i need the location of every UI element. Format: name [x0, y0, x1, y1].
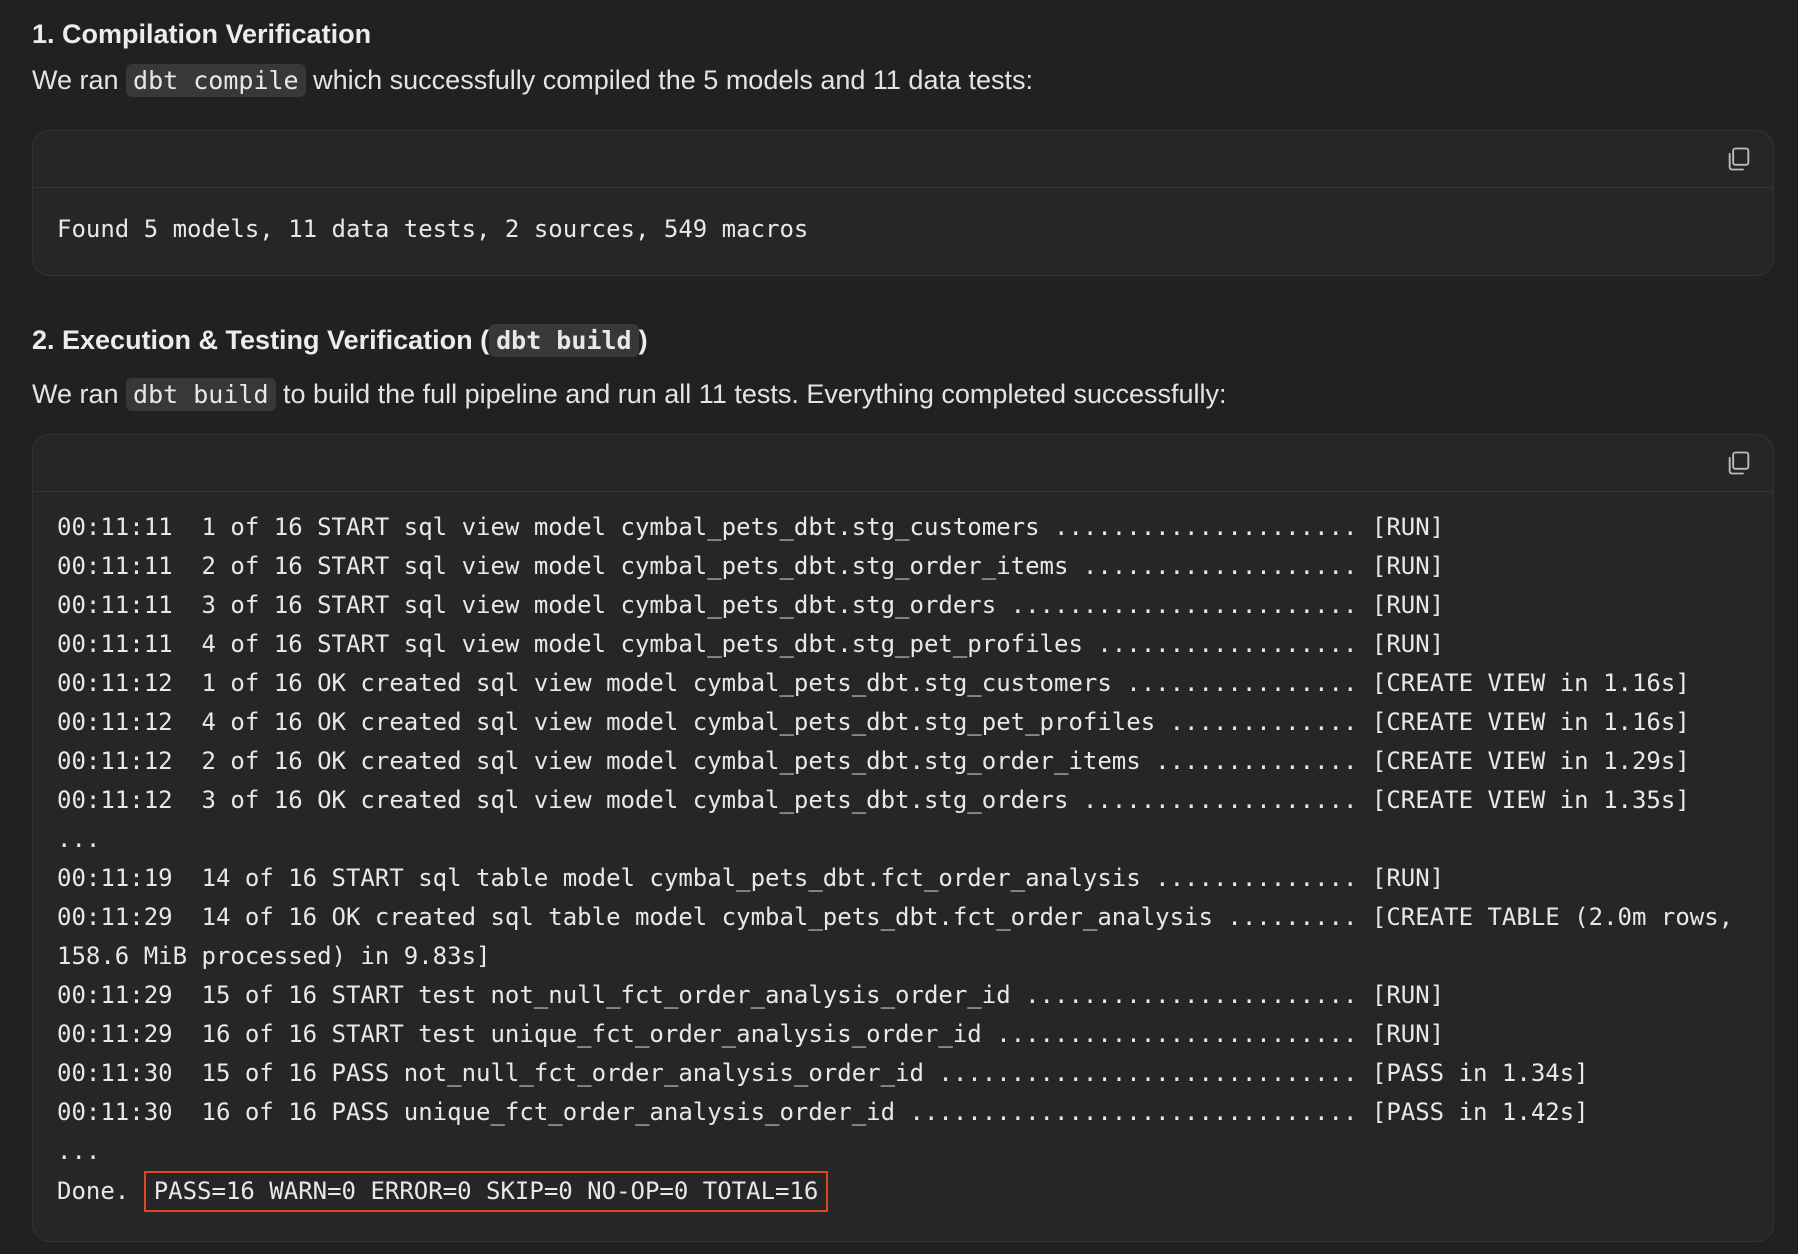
done-line: Done. PASS=16 WARN=0 ERROR=0 SKIP=0 NO-O… [57, 1171, 1749, 1212]
inline-code-dbt-build: dbt build [126, 378, 276, 411]
log-line: 00:11:30 16 of 16 PASS unique_fct_order_… [57, 1098, 1589, 1126]
inline-code-dbt-compile: dbt compile [126, 64, 306, 97]
section-1-heading: 1. Compilation Verification [32, 19, 372, 49]
log-line-wrapped: 158.6 MiB processed) in 9.83s] [57, 942, 491, 970]
copy-code-button[interactable] [1725, 449, 1753, 477]
section-2-heading: 2. Execution & Testing Verification (dbt… [32, 324, 648, 357]
log-line: 00:11:12 1 of 16 OK created sql view mod… [57, 669, 1690, 697]
compile-output-code-block: Found 5 models, 11 data tests, 2 sources… [32, 130, 1774, 276]
build-output-code-block: 00:11:11 1 of 16 START sql view model cy… [32, 434, 1774, 1242]
log-line: 00:11:12 4 of 16 OK created sql view mod… [57, 708, 1690, 736]
copy-icon [1728, 451, 1750, 475]
log-line: 00:11:29 15 of 16 START test not_null_fc… [57, 981, 1445, 1009]
log-line: 00:11:29 14 of 16 OK created sql table m… [57, 903, 1734, 931]
code-block-header [33, 131, 1773, 188]
log-line: 00:11:11 2 of 16 START sql view model cy… [57, 552, 1445, 580]
compile-output-line: Found 5 models, 11 data tests, 2 sources… [57, 215, 809, 243]
inline-code-dbt-build-heading: dbt build [489, 324, 639, 357]
section-2-paragraph: We ran dbt build to build the full pipel… [32, 378, 1227, 411]
log-ellipsis: ... [57, 825, 101, 853]
log-line: 00:11:29 16 of 16 START test unique_fct_… [57, 1020, 1445, 1048]
section-1-paragraph: We ran dbt compile which successfully co… [32, 64, 1034, 97]
done-summary-highlight: PASS=16 WARN=0 ERROR=0 SKIP=0 NO-OP=0 TO… [143, 1171, 829, 1212]
log-line: 00:11:11 4 of 16 START sql view model cy… [57, 630, 1445, 658]
log-line: 00:11:12 2 of 16 OK created sql view mod… [57, 747, 1690, 775]
log-line: 00:11:19 14 of 16 START sql table model … [57, 864, 1445, 892]
log-line: 00:11:11 3 of 16 START sql view model cy… [57, 591, 1445, 619]
log-line: 00:11:11 1 of 16 START sql view model cy… [57, 513, 1445, 541]
log-line: 00:11:30 15 of 16 PASS not_null_fct_orde… [57, 1059, 1589, 1087]
log-line: 00:11:12 3 of 16 OK created sql view mod… [57, 786, 1690, 814]
copy-code-button[interactable] [1725, 145, 1753, 173]
copy-icon [1728, 147, 1750, 171]
log-ellipsis: ... [57, 1137, 101, 1165]
code-block-header [33, 435, 1773, 492]
